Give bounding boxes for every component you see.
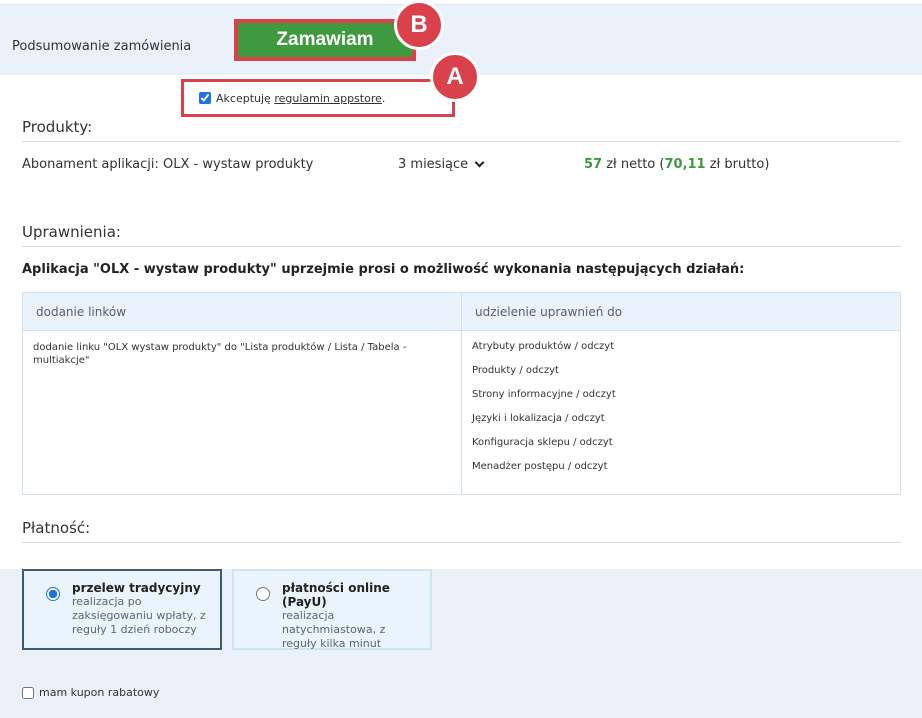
terms-suffix: . xyxy=(381,91,386,105)
product-price: 57 zł netto (70,11 zł brutto) xyxy=(584,157,769,172)
list-item: Języki i lokalizacja / odczyt xyxy=(472,413,605,424)
summary-title: Podsumowanie zamówienia xyxy=(12,39,192,54)
coupon-checkbox[interactable] xyxy=(22,686,34,699)
list-item: Produkty / odczyt xyxy=(472,365,559,376)
links-cell: dodanie linku "OLX wystaw produkty" do "… xyxy=(33,342,407,366)
payment-option-title: przelew tradycyjny xyxy=(72,581,201,595)
list-item: Atrybuty produktów / odczyt xyxy=(472,341,615,352)
payment-heading: Płatność: xyxy=(22,519,901,543)
period-value: 3 miesiące xyxy=(398,157,469,172)
terms-acceptance: Akceptuję regulamin appstore. xyxy=(181,79,455,117)
grants-list: Atrybuty produktów / odczyt Produkty / o… xyxy=(472,341,616,485)
product-name: Abonament aplikacji: OLX - wystaw produk… xyxy=(22,157,314,172)
terms-checkbox[interactable] xyxy=(199,92,211,104)
price-net: 57 xyxy=(584,157,603,172)
products-heading: Produkty: xyxy=(22,118,901,142)
payment-radio-payu[interactable] xyxy=(256,587,270,601)
payment-option-payu[interactable]: płatności online (PayU) realizacja natyc… xyxy=(232,569,432,650)
column-divider xyxy=(461,293,462,494)
payment-option-desc: realizacja po zaksięgowaniu wpłaty, z re… xyxy=(72,595,206,636)
annotation-marker-b: B xyxy=(394,0,444,50)
permissions-request: Aplikacja "OLX - wystaw produkty" uprzej… xyxy=(22,262,745,277)
permissions-heading: Uprawnienia: xyxy=(22,223,901,247)
list-item: Menadżer postępu / odczyt xyxy=(472,461,608,472)
price-net-suffix: zł netto ( xyxy=(602,157,665,172)
terms-prefix: Akceptuję xyxy=(216,91,271,105)
payment-option-transfer[interactable]: przelew tradycyjny realizacja po zaksięg… xyxy=(22,569,222,650)
order-button[interactable]: Zamawiam xyxy=(234,19,416,61)
terms-link[interactable]: regulamin appstore xyxy=(274,92,382,105)
coupon-toggle[interactable]: mam kupon rabatowy xyxy=(22,686,159,699)
annotation-marker-a: A xyxy=(430,52,480,102)
payment-option-desc: realizacja natychmiastowa, z reguły kilk… xyxy=(282,609,386,650)
permissions-table: dodanie linków udzielenie uprawnień do d… xyxy=(22,292,901,495)
subscription-period-select[interactable]: 3 miesiące xyxy=(398,157,485,172)
list-item: Strony informacyjne / odczyt xyxy=(472,389,616,400)
column-header-links: dodanie linków xyxy=(36,305,127,319)
coupon-label: mam kupon rabatowy xyxy=(39,686,160,699)
price-gross: 70,11 xyxy=(664,157,706,172)
column-header-grants: udzielenie uprawnień do xyxy=(475,305,623,319)
list-item: Konfiguracja sklepu / odczyt xyxy=(472,437,613,448)
payment-option-title: płatności online (PayU) xyxy=(282,581,390,609)
chevron-down-icon xyxy=(474,157,485,168)
price-gross-suffix: zł brutto) xyxy=(705,157,770,172)
payment-radio-transfer[interactable] xyxy=(46,587,60,601)
